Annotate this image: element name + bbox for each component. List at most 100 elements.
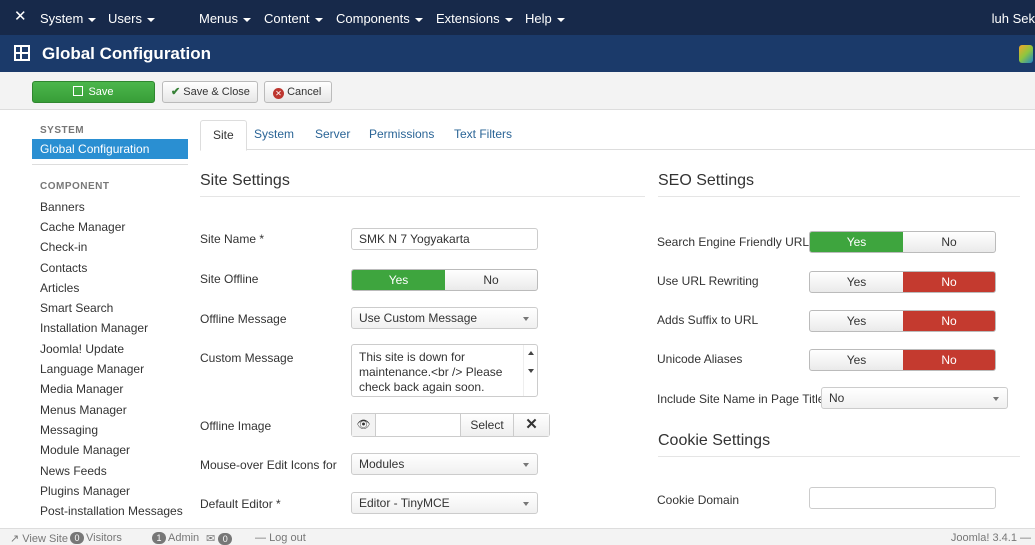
caret-down-icon	[504, 17, 513, 22]
messages-status[interactable]: ✉ 0	[206, 532, 234, 545]
select-image-button[interactable]: Select	[460, 414, 513, 436]
mouseover-edit-select[interactable]: Modules	[351, 453, 538, 475]
preview-eye-icon[interactable]: 👁	[352, 414, 376, 436]
divider	[32, 164, 188, 165]
custom-message-textarea[interactable]: This site is down for maintenance.<br />…	[351, 344, 538, 397]
user-menu[interactable]: luh Sek	[992, 11, 1035, 26]
sef-urls-no[interactable]: No	[903, 232, 995, 252]
url-suffix-no[interactable]: No	[903, 311, 995, 331]
seo-settings-title: SEO Settings	[658, 172, 755, 189]
sidebar-item[interactable]: Installation Manager	[40, 321, 148, 335]
page-header: Global Configuration	[0, 35, 1035, 72]
url-rewriting-yes[interactable]: Yes	[810, 272, 903, 292]
offline-message-label: Offline Message	[200, 312, 287, 326]
offline-image-field: 👁 Select ✕	[351, 413, 550, 437]
sidebar-heading-component: COMPONENT	[40, 181, 110, 192]
tab-permissions[interactable]: Permissions	[357, 120, 446, 150]
tab-server[interactable]: Server	[303, 120, 362, 150]
clear-icon[interactable]: ✕	[513, 414, 549, 436]
menu-system[interactable]: System	[40, 11, 97, 26]
url-suffix-toggle: Yes No	[809, 310, 996, 332]
sidebar-item[interactable]: Post-installation Messages	[40, 504, 183, 518]
sidebar-item[interactable]: Cache Manager	[40, 220, 125, 234]
unicode-aliases-toggle: Yes No	[809, 349, 996, 371]
admin-badge: 1	[152, 532, 166, 544]
view-site-link[interactable]: ↗ View Site	[10, 532, 68, 545]
sidebar-item[interactable]: Plugins Manager	[40, 484, 130, 498]
tab-system[interactable]: System	[242, 120, 306, 150]
minus-icon: —	[255, 532, 266, 544]
divider	[200, 196, 645, 197]
caret-down-icon	[556, 17, 565, 22]
url-suffix-yes[interactable]: Yes	[810, 311, 903, 331]
visitors-status: 0 Visitors	[70, 532, 122, 544]
site-offline-toggle: Yes No	[351, 269, 538, 291]
status-bar: ↗ View Site 0 Visitors 1 Admin ✉ 0 — Log o…	[0, 528, 1035, 545]
sidebar: SYSTEM Global Configuration COMPONENT Ba…	[0, 110, 200, 524]
offline-image-label: Offline Image	[200, 419, 272, 433]
sidebar-item[interactable]: Messaging	[40, 423, 98, 437]
menu-content[interactable]: Content	[264, 11, 323, 26]
cancel-button[interactable]: ✕ Cancel	[264, 81, 332, 103]
scrollbar[interactable]	[523, 345, 537, 396]
sidebar-item[interactable]: Module Manager	[40, 443, 130, 457]
sidebar-item[interactable]: Contacts	[40, 261, 87, 275]
sitename-titles-select[interactable]: No	[821, 387, 1008, 409]
site-offline-no[interactable]: No	[445, 270, 537, 290]
logout-link[interactable]: — Log out	[255, 532, 306, 544]
caret-down-icon	[88, 17, 97, 22]
sidebar-item-global-configuration[interactable]: Global Configuration	[32, 139, 188, 159]
sidebar-item[interactable]: Menus Manager	[40, 403, 127, 417]
scroll-up-icon	[528, 351, 534, 355]
site-offline-label: Site Offline	[200, 272, 259, 286]
sidebar-item[interactable]: Banners	[40, 200, 85, 214]
save-close-button[interactable]: ✔ Save & Close	[162, 81, 258, 103]
caret-down-icon	[243, 17, 252, 22]
dropdown-arrow-icon	[993, 397, 999, 401]
messages-badge: 0	[218, 533, 233, 545]
menu-users[interactable]: Users	[108, 11, 155, 26]
sef-urls-toggle: Yes No	[809, 231, 996, 253]
check-icon: ✔	[171, 86, 181, 98]
tab-text-filters[interactable]: Text Filters	[442, 120, 524, 150]
save-button[interactable]: Save	[32, 81, 155, 103]
menu-components[interactable]: Components	[336, 11, 423, 26]
dropdown-arrow-icon	[523, 317, 529, 321]
default-editor-select[interactable]: Editor - TinyMCE	[351, 492, 538, 514]
menu-menus[interactable]: Menus	[199, 11, 252, 26]
cancel-icon: ✕	[273, 88, 284, 99]
menu-extensions[interactable]: Extensions	[436, 11, 513, 26]
url-rewriting-no[interactable]: No	[903, 272, 995, 292]
joomla-icon[interactable]: ✕	[14, 9, 30, 25]
joomla-logo-icon	[1019, 45, 1033, 63]
sitename-titles-label: Include Site Name in Page Titles	[657, 392, 831, 406]
sidebar-item[interactable]: Joomla! Update	[40, 342, 124, 356]
version-label: Joomla! 3.4.1 —	[950, 532, 1031, 544]
dropdown-arrow-icon	[523, 502, 529, 506]
config-icon	[14, 45, 30, 61]
sidebar-item[interactable]: News Feeds	[40, 464, 107, 478]
mail-icon: ✉	[206, 533, 216, 545]
url-rewriting-toggle: Yes No	[809, 271, 996, 293]
menu-help[interactable]: Help	[525, 11, 565, 26]
sidebar-item[interactable]: Smart Search	[40, 301, 113, 315]
site-offline-yes[interactable]: Yes	[352, 270, 445, 290]
unicode-aliases-yes[interactable]: Yes	[810, 350, 903, 370]
mouseover-edit-label: Mouse-over Edit Icons for	[200, 458, 337, 472]
sidebar-item[interactable]: Articles	[40, 281, 79, 295]
sidebar-item[interactable]: Language Manager	[40, 362, 144, 376]
url-suffix-label: Adds Suffix to URL	[657, 313, 759, 327]
sidebar-item[interactable]: Media Manager	[40, 382, 123, 396]
unicode-aliases-label: Unicode Aliases	[657, 352, 743, 366]
sidebar-heading-system: SYSTEM	[40, 125, 85, 136]
site-name-input[interactable]: SMK N 7 Yogyakarta	[351, 228, 538, 250]
cookie-settings-title: Cookie Settings	[658, 432, 771, 449]
cookie-domain-label: Cookie Domain	[657, 493, 740, 507]
tab-site[interactable]: Site	[200, 120, 247, 151]
offline-message-select[interactable]: Use Custom Message	[351, 307, 538, 329]
cookie-domain-input[interactable]	[809, 487, 996, 509]
sef-urls-yes[interactable]: Yes	[810, 232, 903, 252]
unicode-aliases-no[interactable]: No	[903, 350, 995, 370]
sidebar-item[interactable]: Check-in	[40, 240, 87, 254]
dropdown-arrow-icon	[523, 463, 529, 467]
